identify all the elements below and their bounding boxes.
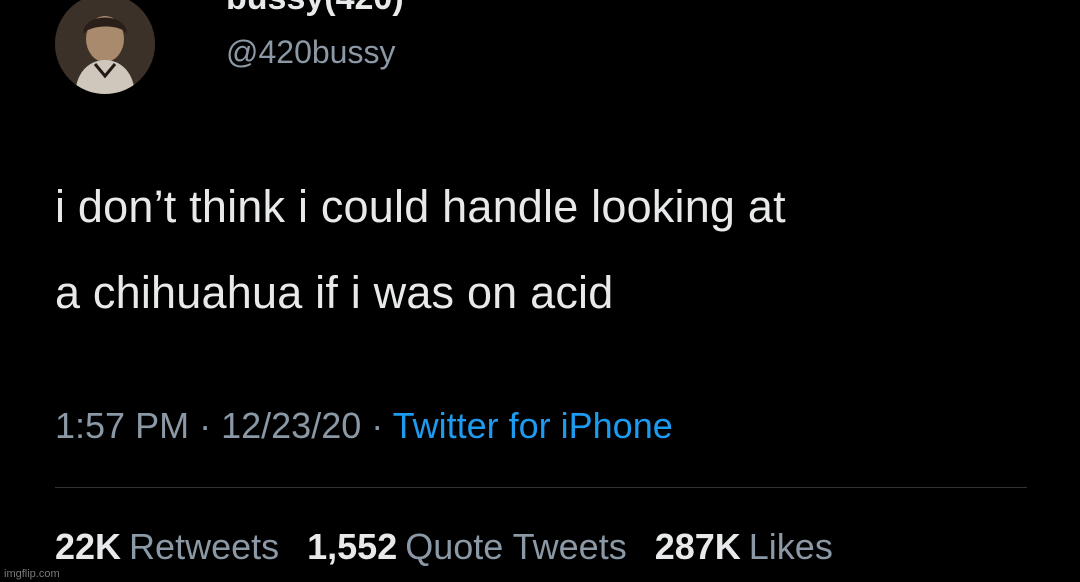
tweet-text-line: a chihuahua if i was on acid: [55, 267, 614, 318]
retweets-label: Retweets: [129, 526, 280, 567]
quote-tweets-count: 1,552: [307, 526, 398, 567]
tweet-meta: 1:57 PM · 12/23/20 · Twitter for iPhone: [55, 405, 673, 447]
watermark: imgflip.com: [4, 568, 60, 580]
retweets-count: 22K: [55, 526, 122, 567]
likes-count: 287K: [654, 526, 741, 567]
tweet-source-link[interactable]: Twitter for iPhone: [393, 405, 673, 446]
display-name[interactable]: bussy(420): [226, 0, 404, 18]
tweet-card: bussy(420) @420bussy i don’t think i cou…: [0, 0, 1080, 582]
user-handle[interactable]: @420bussy: [226, 34, 395, 71]
tweet-time[interactable]: 1:57 PM: [55, 405, 189, 446]
avatar[interactable]: [55, 0, 155, 94]
profile-photo-icon: [55, 0, 155, 94]
tweet-text-line: i don’t think i could handle looking at: [55, 181, 786, 232]
retweets-stat[interactable]: 22K Retweets: [55, 526, 279, 568]
divider: [55, 487, 1027, 488]
meta-separator: ·: [199, 405, 212, 446]
likes-stat[interactable]: 287K Likes: [655, 526, 833, 568]
tweet-stats: 22K Retweets 1,552 Quote Tweets 287K Likes: [55, 526, 851, 568]
likes-label: Likes: [748, 526, 833, 567]
tweet-date[interactable]: 12/23/20: [221, 405, 361, 446]
tweet-text: i don’t think i could handle looking at …: [55, 164, 1045, 336]
quote-tweets-stat[interactable]: 1,552 Quote Tweets: [307, 526, 627, 568]
quote-tweets-label: Quote Tweets: [405, 526, 627, 567]
meta-separator: ·: [371, 405, 384, 446]
